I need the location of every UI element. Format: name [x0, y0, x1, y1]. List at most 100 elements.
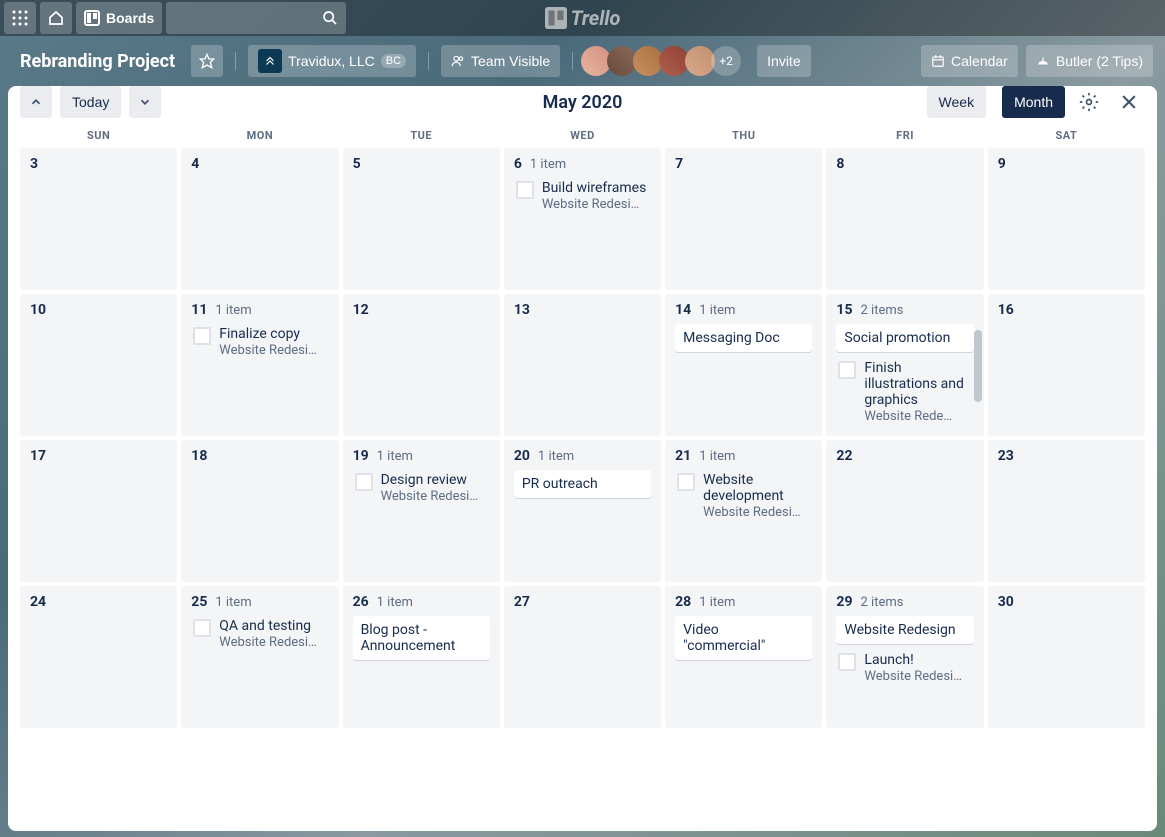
- calendar-card[interactable]: PR outreach: [514, 470, 651, 498]
- calendar-checkitem[interactable]: Launch!Website Redesi…: [836, 650, 973, 684]
- day-number: 12: [353, 302, 369, 318]
- close-button[interactable]: [1113, 86, 1145, 118]
- card-title: PR outreach: [522, 476, 643, 492]
- item-count: 1 item: [538, 449, 574, 464]
- calendar-cell[interactable]: 201 itemPR outreach: [504, 440, 661, 582]
- calendar-card[interactable]: Messaging Doc: [675, 324, 812, 352]
- card-title: Finalize copy: [219, 326, 328, 342]
- search-icon: [322, 10, 338, 26]
- calendar-card[interactable]: Video "commercial": [675, 616, 812, 660]
- team-button[interactable]: Travidux, LLC BC: [248, 45, 416, 77]
- calendar-panel: Today May 2020 Week Month SUNMONTUEWEDTH…: [8, 86, 1157, 831]
- day-number: 23: [998, 448, 1014, 464]
- team-badge: BC: [381, 54, 406, 68]
- day-number: 8: [836, 156, 844, 172]
- calendar-card[interactable]: Blog post - Announcement: [353, 616, 490, 660]
- card-title: Finish illustrations and graphics: [864, 360, 973, 408]
- calendar-cell[interactable]: 18: [181, 440, 338, 582]
- calendar-cell[interactable]: 111 itemFinalize copyWebsite Redesi…: [181, 294, 338, 436]
- calendar-cell[interactable]: 261 itemBlog post - Announcement: [343, 586, 500, 728]
- calendar-cell[interactable]: 251 itemQA and testingWebsite Redesi…: [181, 586, 338, 728]
- settings-button[interactable]: [1073, 86, 1105, 118]
- search-input[interactable]: [166, 2, 346, 34]
- card-subtitle: Website Redesi…: [381, 489, 490, 504]
- calendar-cell[interactable]: 61 itemBuild wireframesWebsite Redesi…: [504, 148, 661, 290]
- calendar-cell[interactable]: 9: [988, 148, 1145, 290]
- calendar-cell[interactable]: 22: [826, 440, 983, 582]
- day-number: 10: [30, 302, 46, 318]
- calendar-cell[interactable]: 152 itemsSocial promotionFinish illustra…: [826, 294, 983, 436]
- calendar-cell[interactable]: 191 itemDesign reviewWebsite Redesi…: [343, 440, 500, 582]
- view-toggle: Week Month: [927, 86, 1065, 118]
- day-number: 30: [998, 594, 1014, 610]
- calendar-cell[interactable]: 16: [988, 294, 1145, 436]
- day-number: 28: [675, 594, 691, 610]
- calendar-card[interactable]: Website Redesign: [836, 616, 973, 644]
- calendar-button[interactable]: Calendar: [921, 45, 1018, 77]
- calendar-checkitem[interactable]: QA and testingWebsite Redesi…: [191, 616, 328, 650]
- day-number: 27: [514, 594, 530, 610]
- calendar-cell[interactable]: 7: [665, 148, 822, 290]
- next-button[interactable]: [129, 86, 161, 118]
- calendar-cell[interactable]: 10: [20, 294, 177, 436]
- calendar-cell[interactable]: 281 itemVideo "commercial": [665, 586, 822, 728]
- scrollbar[interactable]: [974, 330, 982, 402]
- avatar-overflow[interactable]: +2: [711, 46, 741, 76]
- card-title: Design review: [381, 472, 490, 488]
- member-avatars[interactable]: +2: [585, 46, 741, 76]
- calendar-card[interactable]: Social promotion: [836, 324, 973, 352]
- trello-logo[interactable]: Trello: [545, 6, 621, 30]
- card-subtitle: Website Redesi…: [219, 343, 328, 358]
- calendar-cell[interactable]: 24: [20, 586, 177, 728]
- day-number: 3: [30, 156, 38, 172]
- calendar-checkitem[interactable]: Website developmentWebsite Redesi…: [675, 470, 812, 520]
- calendar-cell[interactable]: 27: [504, 586, 661, 728]
- day-headers: SUNMONTUEWEDTHUFRISAT: [8, 119, 1157, 148]
- today-button[interactable]: Today: [60, 86, 121, 118]
- calendar-cell[interactable]: 13: [504, 294, 661, 436]
- calendar-checkitem[interactable]: Finish illustrations and graphicsWebsite…: [836, 358, 973, 424]
- visibility-button[interactable]: Team Visible: [441, 45, 560, 77]
- day-header: SAT: [988, 129, 1145, 142]
- boards-button[interactable]: Boards: [76, 2, 162, 34]
- item-count: 1 item: [699, 449, 735, 464]
- calendar-cell[interactable]: 5: [343, 148, 500, 290]
- card-subtitle: Website Redesi…: [542, 197, 651, 212]
- calendar-checkitem[interactable]: Build wireframesWebsite Redesi…: [514, 178, 651, 212]
- calendar-cell[interactable]: 30: [988, 586, 1145, 728]
- card-title: QA and testing: [219, 618, 328, 634]
- calendar-cell[interactable]: 3: [20, 148, 177, 290]
- apps-button[interactable]: [4, 2, 36, 34]
- board-header: Rebranding Project Travidux, LLC BC Team…: [0, 36, 1165, 86]
- calendar-checkitem[interactable]: Finalize copyWebsite Redesi…: [191, 324, 328, 358]
- home-button[interactable]: [40, 2, 72, 34]
- week-button[interactable]: Week: [927, 86, 987, 118]
- calendar-checkitem[interactable]: Design reviewWebsite Redesi…: [353, 470, 490, 504]
- invite-button[interactable]: Invite: [757, 45, 810, 77]
- day-number: 24: [30, 594, 46, 610]
- day-number: 6: [514, 156, 522, 172]
- day-number: 14: [675, 302, 691, 318]
- day-number: 21: [675, 448, 691, 464]
- month-button[interactable]: Month: [1002, 86, 1065, 118]
- calendar-cell[interactable]: 4: [181, 148, 338, 290]
- butler-button[interactable]: Butler (2 Tips): [1026, 45, 1153, 77]
- calendar-cell[interactable]: 17: [20, 440, 177, 582]
- calendar-cell[interactable]: 12: [343, 294, 500, 436]
- star-button[interactable]: [191, 45, 223, 77]
- item-count: 1 item: [215, 595, 251, 610]
- calendar-title: May 2020: [543, 92, 623, 113]
- day-header: SUN: [20, 129, 177, 142]
- calendar-cell[interactable]: 21 1 item Website developmentWebsite Redes…: [665, 440, 822, 582]
- global-header: Boards Trello: [0, 0, 1165, 36]
- calendar-cell[interactable]: 8: [826, 148, 983, 290]
- calendar-cell[interactable]: 292 itemsWebsite RedesignLaunch!Website …: [826, 586, 983, 728]
- calendar-cell[interactable]: 23: [988, 440, 1145, 582]
- board-title[interactable]: Rebranding Project: [12, 51, 183, 72]
- day-number: 11: [191, 302, 207, 318]
- boards-label: Boards: [106, 10, 154, 26]
- prev-button[interactable]: [20, 86, 52, 118]
- day-number: 7: [675, 156, 683, 172]
- calendar-cell[interactable]: 141 itemMessaging Doc: [665, 294, 822, 436]
- team-icon: [258, 49, 282, 73]
